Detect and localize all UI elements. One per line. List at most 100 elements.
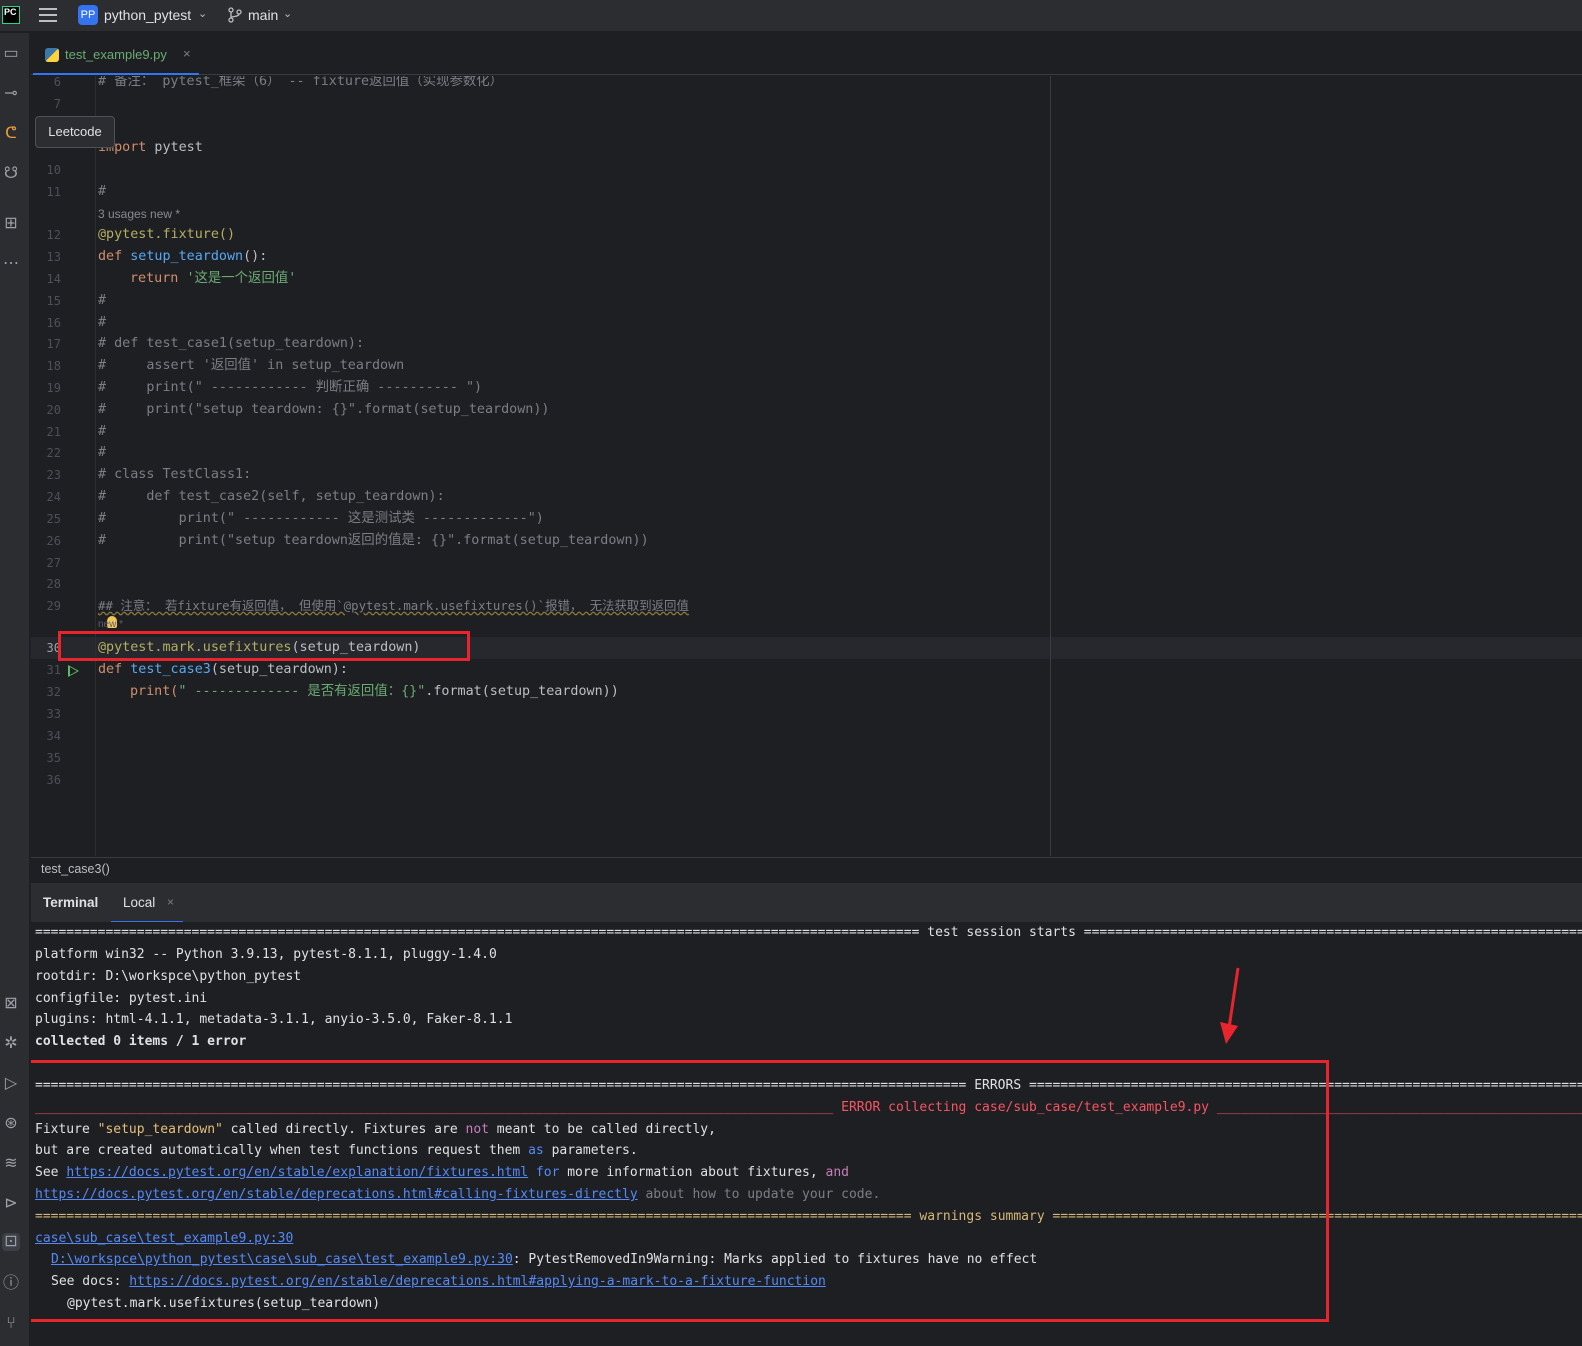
chevron-down-icon[interactable]: ⌄ [283, 7, 292, 20]
main-menu-icon[interactable] [39, 8, 57, 24]
code-line: 23 # class TestClass1: [31, 464, 1582, 486]
code-text: def setup_teardown(): [98, 246, 267, 268]
services-icon[interactable]: ⊳ [2, 1195, 20, 1213]
breadcrumb-item[interactable]: test_case3() [41, 862, 110, 876]
git-icon[interactable]: ⑂ [2, 1315, 20, 1333]
python-console-icon[interactable]: ⊛ [2, 1115, 20, 1133]
code-text: print(" ------------- 是否有返回值：{}".format(… [130, 681, 619, 703]
more-icon[interactable]: ⋯ [2, 255, 20, 273]
terminal-line: collected 0 items / 1 error [35, 1034, 247, 1049]
breadcrumb: test_case3() [31, 857, 1582, 881]
code-line: 25 # print(" ------------ 这是测试类 --------… [31, 508, 1582, 530]
module-name: pytest [146, 140, 203, 155]
close-icon[interactable]: × [167, 895, 174, 909]
code-text: # 备注： pytest_框架（6） -- fixture返回值（实现参数化） [98, 76, 503, 89]
code-text: # [98, 445, 107, 460]
terminal-line: platform win32 -- Python 3.9.13, pytest-… [35, 947, 497, 962]
code-text: # print("setup teardown返回的值是: {}".format… [98, 533, 649, 548]
branch-name[interactable]: main [248, 7, 278, 23]
terminal-icon[interactable]: ⊡ [2, 1233, 20, 1251]
line-number: 12 [46, 228, 61, 242]
code-line: 13 def setup_teardown(): [31, 246, 1582, 268]
structure-icon[interactable]: ⊞ [2, 215, 20, 233]
terminal-tab-local[interactable]: Local × [111, 883, 183, 923]
line-number: 7 [53, 97, 61, 111]
code-text: # print("setup teardown: {}".format(setu… [98, 402, 550, 417]
code-line: 16 # [31, 312, 1582, 334]
line-number: 26 [46, 534, 61, 548]
code-text: @pytest.fixture() [98, 227, 236, 242]
run-test-icon[interactable] [68, 665, 79, 677]
terminal-header: Terminal Local × [31, 882, 1582, 923]
code-text: # [98, 424, 107, 439]
code-line: 33 [31, 703, 1582, 725]
line-number: 34 [46, 729, 61, 743]
function-name: setup_teardown [130, 249, 244, 264]
problems-icon[interactable]: ⓘ [2, 1275, 20, 1293]
line-number: 19 [46, 381, 61, 395]
code-text: ## 注意： 若fixture有返回值， 但使用`@pytest.mark.us… [98, 598, 689, 613]
code-text: # assert '返回值' in setup_teardown [98, 358, 405, 373]
signature: (setup_teardown): [210, 662, 348, 677]
line-number: 22 [46, 446, 61, 460]
layers-icon[interactable]: ≋ [2, 1155, 20, 1173]
leetcode-icon[interactable]: ᕦ [2, 125, 20, 143]
code-line: 20 # print("setup teardown: {}".format(s… [31, 399, 1582, 421]
editor-tab-test-example9[interactable]: test_example9.py × [33, 33, 199, 75]
line-number: 32 [46, 685, 61, 699]
code-line: 27 [31, 552, 1582, 574]
code-text: # class TestClass1: [98, 467, 252, 482]
line-number: 20 [46, 403, 61, 417]
line-number: 27 [46, 556, 61, 570]
code-line: 26 # print("setup teardown返回的值是: {}".for… [31, 530, 1582, 552]
editor-tab-bar: test_example9.py × [31, 33, 1582, 75]
keyword-def: def [98, 662, 131, 677]
builtin-print: print( [130, 684, 179, 699]
terminal-line: ========================================… [35, 925, 1582, 940]
line-number: 24 [46, 490, 61, 504]
code-text: # print(" ------------ 判断正确 ---------- "… [98, 380, 483, 395]
code-line: 22 # [31, 442, 1582, 464]
line-number: 31 [46, 663, 61, 677]
chevron-down-icon[interactable]: ⌄ [198, 7, 207, 20]
string-literal: '这是一个返回值' [186, 271, 297, 286]
debug-bug-icon[interactable]: ✲ [2, 1035, 20, 1053]
line-number: 28 [46, 577, 61, 591]
code-text: # [98, 315, 107, 330]
gitlab-icon[interactable]: ☋ [2, 165, 20, 183]
code-line: 17 # def test_case1(setup_teardown): [31, 333, 1582, 355]
code-line: 14 return '这是一个返回值' [31, 268, 1582, 290]
code-text: # print(" ------------ 这是测试类 -----------… [98, 511, 544, 526]
code-line: 24 # def test_case2(self, setup_teardown… [31, 486, 1582, 508]
usages-hint[interactable]: 3 usages new * [98, 203, 180, 225]
terminal-line: plugins: html-4.1.1, metadata-3.1.1, any… [35, 1012, 513, 1027]
left-tool-strip: ▭ ⊸ ᕦ ☋ ⊞ ⋯ ⊠ ✲ ▷ ⊛ ≋ ⊳ ⊡ ⓘ ⑂ [0, 33, 30, 1346]
string-literal: " ------------- 是否有返回值：{}" [178, 684, 426, 699]
code-line: 6 # 备注： pytest_框架（6） -- fixture返回值（实现参数化… [31, 76, 1582, 93]
project-name[interactable]: python_pytest [104, 7, 191, 23]
terminal-output[interactable]: ========================================… [31, 922, 1582, 1346]
commit-icon[interactable]: ⊸ [2, 85, 20, 103]
excel-icon[interactable]: ⊠ [2, 995, 20, 1013]
line-number: 25 [46, 512, 61, 526]
leetcode-tooltip: Leetcode [35, 116, 115, 148]
code-text: # def test_case2(self, setup_teardown): [98, 489, 445, 504]
code-editor[interactable]: 6 # 备注： pytest_框架（6） -- fixture返回值（实现参数化… [31, 76, 1582, 856]
new-hint[interactable]: new * [98, 618, 123, 632]
code-text: return '这是一个返回值' [130, 268, 296, 290]
close-icon[interactable]: × [183, 46, 191, 61]
line-number: 18 [46, 359, 61, 373]
python-file-icon [45, 48, 59, 62]
project-folder-icon[interactable]: ▭ [2, 45, 20, 63]
code-line: 11 # [31, 181, 1582, 203]
line-number: 36 [46, 773, 61, 787]
code-text: # [98, 293, 107, 308]
project-badge[interactable]: PP [78, 5, 98, 25]
code-line: import pytest [31, 137, 1582, 159]
git-branch-icon[interactable] [228, 7, 242, 23]
function-name: test_case3 [130, 662, 211, 677]
line-number: 30 [46, 641, 61, 655]
line-number: 11 [46, 185, 61, 199]
run-icon[interactable]: ▷ [2, 1075, 20, 1093]
line-number: 35 [46, 751, 61, 765]
